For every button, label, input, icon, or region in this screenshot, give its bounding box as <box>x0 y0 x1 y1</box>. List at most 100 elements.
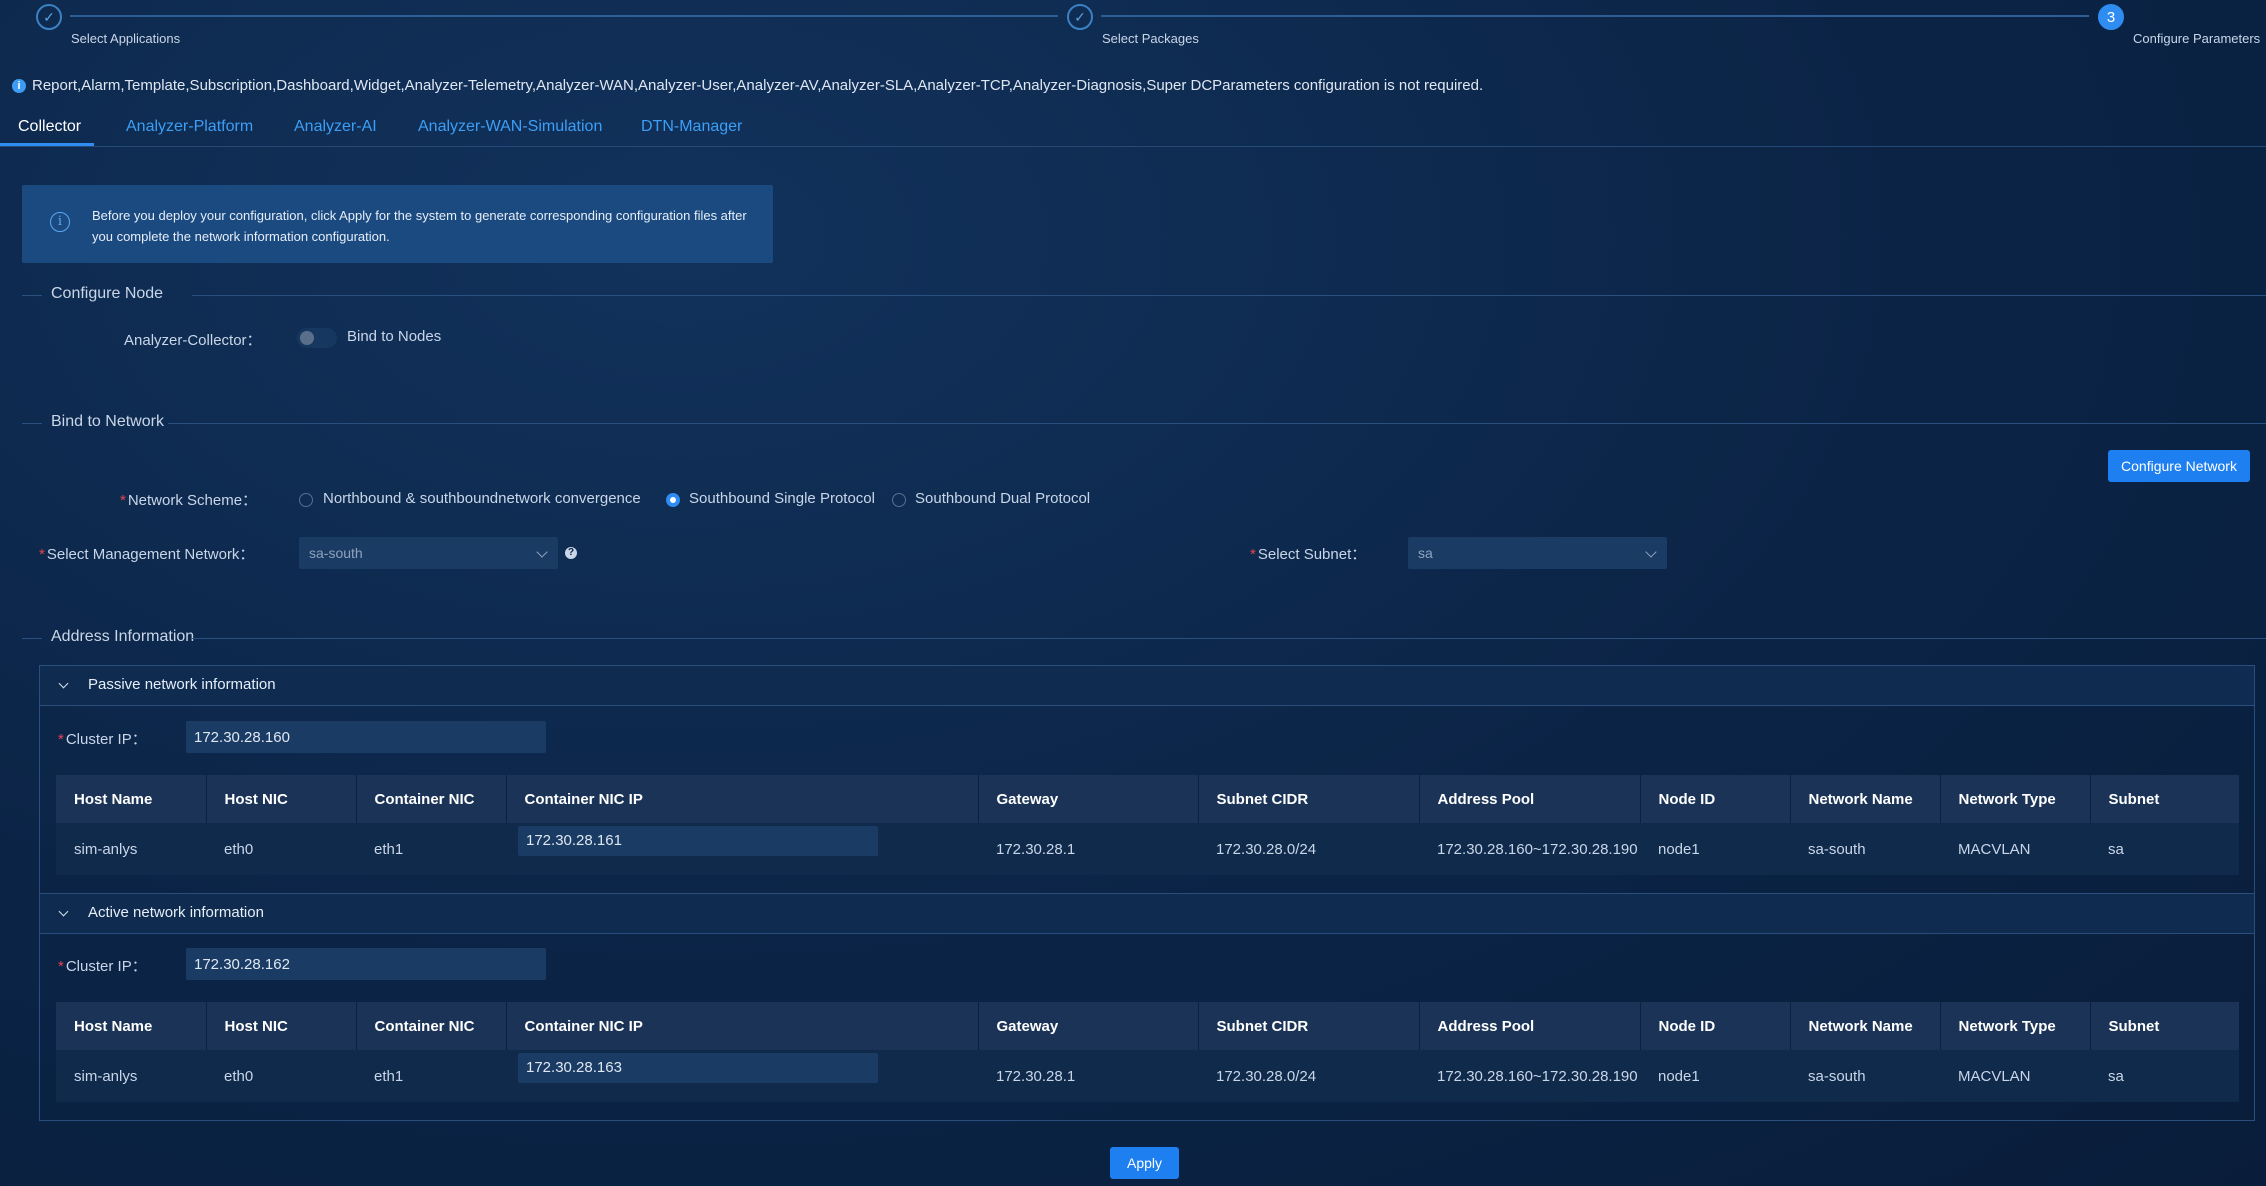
step-3-number: 3 <box>2098 4 2124 30</box>
step-connector <box>1101 15 2089 17</box>
column-header: Address Pool <box>1419 775 1641 823</box>
step-1-label: Select Applications <box>71 31 181 46</box>
column-header: Subnet <box>2090 775 2239 823</box>
apply-button[interactable]: Apply <box>1110 1147 1179 1179</box>
tab-analyzer-ai[interactable]: Analyzer-AI <box>294 118 377 136</box>
configure-network-button[interactable]: Configure Network <box>2108 450 2250 482</box>
info-circle-icon: i <box>50 212 70 232</box>
container-nic-ip-input[interactable]: 172.30.28.163 <box>518 1053 878 1083</box>
host-nic-cell: eth0 <box>206 1050 356 1102</box>
chevron-down-icon <box>58 906 69 917</box>
step-2-check-icon: ✓ <box>1067 4 1093 30</box>
chevron-down-icon <box>58 678 69 689</box>
subnet-cell: sa <box>2090 1050 2239 1102</box>
section-configure-node: Configure Node <box>22 285 2266 305</box>
subnet-cidr-cell: 172.30.28.0/24 <box>1198 823 1419 875</box>
column-header: Address Pool <box>1419 1002 1641 1050</box>
tab-dtn-manager[interactable]: DTN-Manager <box>641 118 742 136</box>
step-1-check-icon: ✓ <box>36 4 62 30</box>
help-icon[interactable]: ? <box>565 547 577 559</box>
column-header: Container NIC IP <box>506 1002 979 1050</box>
column-header: Network Name <box>1790 1002 1941 1050</box>
host-name-cell: sim-anlys <box>56 823 206 875</box>
network-name-cell: sa-south <box>1790 823 1940 875</box>
container-nic-cell: eth1 <box>356 823 506 875</box>
column-header: Container NIC IP <box>506 775 979 823</box>
column-header: Subnet CIDR <box>1198 775 1420 823</box>
tab-collector[interactable]: Collector <box>18 118 81 136</box>
column-header: Container NIC <box>356 775 507 823</box>
management-network-select[interactable]: sa-south <box>299 537 558 569</box>
scheme-radio-convergence[interactable] <box>299 493 313 507</box>
active-cluster-ip-value: 172.30.28.162 <box>194 956 290 973</box>
section-bind-network: Bind to Network <box>22 413 2266 433</box>
passive-network-table: Host Name Host NIC Container NIC Contain… <box>56 775 2239 875</box>
notice-text: Before you deploy your configuration, cl… <box>92 208 747 244</box>
container-nic-ip-cell: 172.30.28.163 <box>506 1050 978 1102</box>
step-connector <box>70 15 1058 17</box>
active-panel-header[interactable]: Active network information <box>40 893 2254 934</box>
scheme-option-convergence[interactable]: Northbound & southboundnetwork convergen… <box>323 490 641 507</box>
scheme-radio-single[interactable] <box>666 493 680 507</box>
column-header: Host NIC <box>206 1002 357 1050</box>
passive-cluster-ip-value: 172.30.28.160 <box>194 729 290 746</box>
active-cluster-ip-input[interactable]: 172.30.28.162 <box>186 948 546 980</box>
column-header: Host Name <box>56 1002 207 1050</box>
column-header: Host NIC <box>206 775 357 823</box>
subnet-select[interactable]: sa <box>1408 537 1667 569</box>
host-nic-cell: eth0 <box>206 823 356 875</box>
container-nic-ip-cell: 172.30.28.161 <box>506 823 978 875</box>
table-row: sim-anlys eth0 eth1 172.30.28.161 172.30… <box>56 823 2239 875</box>
active-cluster-ip-label: * Cluster IP： <box>58 958 147 975</box>
network-type-cell: MACVLAN <box>1940 1050 2090 1102</box>
container-nic-cell: eth1 <box>356 1050 506 1102</box>
step-3-label: Configure Parameters <box>2133 31 2261 46</box>
passive-cluster-ip-label: * Cluster IP： <box>58 731 147 748</box>
passive-cluster-ip-input[interactable]: 172.30.28.160 <box>186 721 546 753</box>
section-title: Configure Node <box>51 285 164 302</box>
bind-to-nodes-label: Bind to Nodes <box>347 328 442 345</box>
table-row: sim-anlys eth0 eth1 172.30.28.163 172.30… <box>56 1050 2239 1102</box>
active-network-table: Host Name Host NIC Container NIC Contain… <box>56 1002 2239 1102</box>
subnet-cell: sa <box>2090 823 2239 875</box>
column-header: Host Name <box>56 775 207 823</box>
column-header: Subnet <box>2090 1002 2239 1050</box>
active-panel-title: Active network information <box>88 904 264 921</box>
management-network-label: * Select Management Network： <box>39 546 255 563</box>
info-message-text: Report,Alarm,Template,Subscription,Dashb… <box>32 77 1484 94</box>
section-title: Address Information <box>51 628 195 645</box>
tab-analyzer-wan-simulation[interactable]: Analyzer-WAN-Simulation <box>418 118 602 136</box>
gateway-cell: 172.30.28.1 <box>978 823 1198 875</box>
address-pool-cell: 172.30.28.160~172.30.28.190 <box>1419 823 1640 875</box>
passive-panel-header[interactable]: Passive network information <box>40 666 2254 706</box>
column-header: Gateway <box>978 1002 1199 1050</box>
scheme-option-dual[interactable]: Southbound Dual Protocol <box>915 490 1090 507</box>
subnet-label: * Select Subnet： <box>1250 546 1367 563</box>
scheme-option-single[interactable]: Southbound Single Protocol <box>689 490 875 507</box>
bind-to-nodes-switch[interactable] <box>297 328 337 348</box>
column-header: Container NIC <box>356 1002 507 1050</box>
tab-analyzer-platform[interactable]: Analyzer-Platform <box>126 118 253 136</box>
info-message: i Report,Alarm,Template,Subscription,Dash… <box>12 77 1483 94</box>
network-type-cell: MACVLAN <box>1940 823 2090 875</box>
analyzer-collector-label: Analyzer-Collector： <box>124 332 262 349</box>
gateway-cell: 172.30.28.1 <box>978 1050 1198 1102</box>
column-header: Gateway <box>978 775 1199 823</box>
table-header-row: Host Name Host NIC Container NIC Contain… <box>56 775 2239 823</box>
host-name-cell: sim-anlys <box>56 1050 206 1102</box>
section-title: Bind to Network <box>51 413 164 430</box>
management-network-value: sa-south <box>309 545 363 561</box>
column-header: Network Name <box>1790 775 1941 823</box>
step-2-label: Select Packages <box>1102 31 1199 46</box>
passive-panel-title: Passive network information <box>88 676 276 693</box>
active-tab-indicator <box>0 143 94 146</box>
notice-banner: i Before you deploy your configuration, … <box>22 185 773 263</box>
node-id-cell: node1 <box>1640 823 1790 875</box>
container-nic-ip-input[interactable]: 172.30.28.161 <box>518 826 878 856</box>
column-header: Node ID <box>1640 775 1791 823</box>
subnet-cidr-cell: 172.30.28.0/24 <box>1198 1050 1419 1102</box>
table-header-row: Host Name Host NIC Container NIC Contain… <box>56 1002 2239 1050</box>
chevron-down-icon <box>536 546 548 558</box>
scheme-radio-dual[interactable] <box>892 493 906 507</box>
address-pool-cell: 172.30.28.160~172.30.28.190 <box>1419 1050 1640 1102</box>
